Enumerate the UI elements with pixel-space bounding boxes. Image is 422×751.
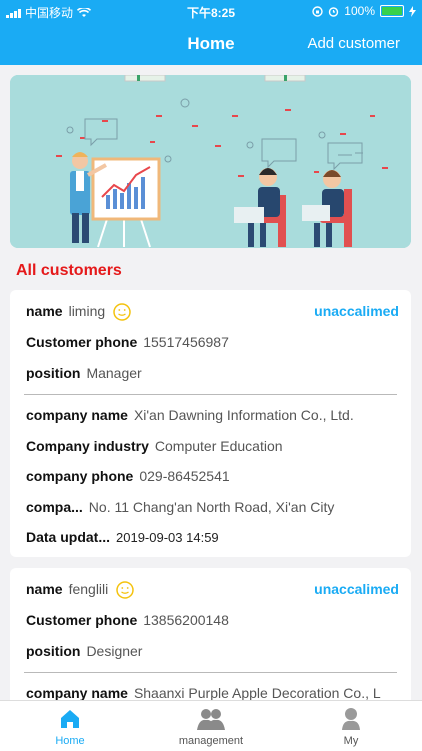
phone-label: Customer phone	[26, 612, 138, 628]
address-value: No. 11 Chang'an North Road, Xi'an City	[88, 499, 335, 515]
phone-value: 13856200148	[143, 612, 229, 628]
position-row: position Designer	[26, 643, 142, 659]
phone-row: Customer phone 15517456987	[26, 334, 229, 350]
phone-row: Customer phone 13856200148	[26, 612, 229, 628]
updated-value: 2019-09-03 14:59	[116, 530, 219, 545]
tab-my[interactable]: My	[301, 707, 401, 747]
name-label: name	[26, 581, 63, 597]
battery-icon	[380, 5, 404, 17]
updated-label: Data updat...	[26, 529, 111, 545]
tab-label: Home	[55, 735, 85, 747]
status-badge: unaccalimed	[314, 581, 399, 597]
company-phone-row: company phone 029-86452541	[26, 468, 230, 484]
status-right: 100%	[312, 4, 416, 18]
tab-label: management	[178, 735, 244, 747]
status-bar: 中国移动 下午8:25 100%	[0, 0, 422, 22]
status-badge: unaccalimed	[314, 303, 399, 319]
company-name-row: company name Shaanxi Purple Apple Decorat…	[26, 685, 381, 700]
address-label: compa...	[26, 499, 83, 515]
company-name-value: Xi'an Dawning Information Co., Ltd.	[133, 407, 354, 423]
company-name-row: company name Xi'an Dawning Information Co…	[26, 407, 354, 423]
tab-management[interactable]: management	[161, 707, 261, 747]
presentation-illustration	[10, 75, 411, 248]
section-title: All customers	[16, 262, 122, 279]
position-value: Designer	[86, 643, 143, 659]
nav-bar: Home Add customer	[0, 22, 422, 65]
smile-icon	[116, 581, 134, 600]
phone-value: 15517456987	[143, 334, 229, 350]
address-row: compa... No. 11 Chang'an North Road, Xi'a…	[26, 499, 334, 515]
alarm-icon	[329, 6, 339, 17]
name-row: name liming	[26, 303, 131, 322]
company-phone-label: company phone	[26, 468, 134, 484]
company-name-label: company name	[26, 685, 128, 700]
name-value: liming	[68, 303, 106, 319]
position-row: position Manager	[26, 365, 142, 381]
company-phone-value: 029-86452541	[139, 468, 230, 484]
updated-row: Data updat... 2019-09-03 14:59	[26, 529, 219, 545]
charging-icon	[409, 5, 416, 17]
orientation-lock-icon	[312, 5, 323, 17]
name-value: fenglili	[68, 581, 109, 597]
banner-illustration	[10, 75, 411, 248]
home-icon	[61, 710, 79, 728]
divider	[24, 394, 397, 395]
add-customer-button[interactable]: Add customer	[307, 35, 400, 52]
industry-row: Company industry Computer Education	[26, 438, 283, 454]
battery-percent: 100%	[344, 4, 375, 18]
customer-card[interactable]: name fenglili unaccalimed Customer phone 1…	[10, 568, 411, 700]
industry-label: Company industry	[26, 438, 149, 454]
tab-label: My	[343, 735, 359, 747]
content-area: All customers name liming unaccalimed Cus…	[0, 65, 422, 700]
tab-bar: Home management My	[0, 700, 422, 751]
name-label: name	[26, 303, 63, 319]
customer-card[interactable]: name liming unaccalimed Customer phone 155…	[10, 290, 411, 557]
position-label: position	[26, 643, 81, 659]
person-icon	[342, 708, 360, 730]
smile-icon	[113, 303, 131, 322]
divider	[24, 672, 397, 673]
company-name-value: Shaanxi Purple Apple Decoration Co., L	[133, 685, 381, 700]
tab-home[interactable]: Home	[20, 707, 120, 747]
position-label: position	[26, 365, 81, 381]
people-icon	[197, 709, 225, 730]
name-row: name fenglili	[26, 581, 134, 600]
phone-label: Customer phone	[26, 334, 138, 350]
position-value: Manager	[86, 365, 142, 381]
company-name-label: company name	[26, 407, 128, 423]
industry-value: Computer Education	[154, 438, 283, 454]
